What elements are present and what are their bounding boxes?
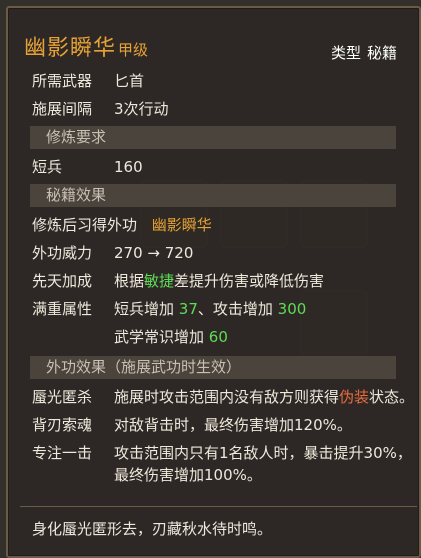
- req-value: 160: [114, 158, 143, 176]
- full-line1-a: 短兵增加: [114, 300, 179, 318]
- full-label: 满重属性: [32, 300, 93, 318]
- external-item-2: 背刃索魂 对敌背击时，最终伤害增加120%。: [32, 414, 352, 435]
- skill-grade: 甲级: [118, 41, 149, 59]
- learn-label: 修炼后习得外功: [32, 216, 138, 234]
- effect-innate: 先天加成 根据敏捷差提升伤害或降低伤害: [32, 270, 324, 291]
- stat-value: 3次行动: [114, 100, 169, 118]
- type-value: 秘籍: [366, 44, 397, 62]
- full-line2-a: 武学常识增加: [114, 328, 209, 346]
- effect-learn: 修炼后习得外功 幽影瞬华: [32, 214, 212, 235]
- full-line2-b: 60: [208, 328, 228, 346]
- external-label: 蜃光匿杀: [32, 388, 93, 406]
- power-label: 外功威力: [32, 244, 93, 262]
- innate-label: 先天加成: [32, 272, 93, 290]
- skill-tooltip: 幽影瞬华 甲级 类型 秘籍 所需武器 匕首 施展间隔 3次行动 修炼要求 短兵 160 秘…: [6, 6, 421, 558]
- stat-label: 所需武器: [32, 72, 93, 90]
- external-label: 背刃索魂: [32, 416, 93, 434]
- req-label: 短兵: [32, 158, 63, 176]
- external-text: 攻击范围内只有1名敌人时，暴击提升30%，: [114, 444, 412, 462]
- external-text: 最终伤害增加100%。: [114, 466, 262, 484]
- effect-power: 外功威力 270 → 720: [32, 242, 193, 263]
- type-label: 类型: [330, 44, 361, 62]
- full-line1-b: 37: [178, 300, 198, 318]
- innate-pre: 根据: [114, 272, 145, 290]
- effect-full-line2: 武学常识增加 60: [114, 326, 228, 347]
- external-text: 对敌背击时，最终伤害增加120%。: [114, 416, 352, 434]
- external-text-pre: 施展时攻击范围内没有敌方则获得: [114, 388, 340, 406]
- innate-post: 差提升伤害或降低伤害: [174, 272, 325, 290]
- power-value: 270 → 720: [114, 244, 194, 262]
- stat-label: 施展间隔: [32, 100, 93, 118]
- title-row: 幽影瞬华 甲级: [24, 30, 149, 61]
- requirement-row: 短兵 160: [32, 156, 143, 177]
- flavor-text: 身化蜃光匿形去，刃藏秋水待时鸣。: [32, 520, 273, 538]
- external-text-post: 状态。: [369, 388, 415, 406]
- stat-value: 匕首: [114, 72, 145, 90]
- external-item-1: 蜃光匿杀 施展时攻击范围内没有敌方则获得伪装状态。: [32, 386, 414, 407]
- section-requirements: 修炼要求: [30, 126, 396, 149]
- learn-value: 幽影瞬华: [151, 216, 212, 234]
- section-external: 外功效果（施展武功时生效）: [30, 356, 396, 379]
- divider: [20, 506, 417, 507]
- external-item-3: 专注一击 攻击范围内只有1名敌人时，暴击提升30%，: [32, 442, 412, 463]
- section-effects: 秘籍效果: [30, 184, 396, 207]
- stat-weapon: 所需武器 匕首: [32, 70, 144, 91]
- effect-full: 满重属性 短兵增加 37、攻击增加 300: [32, 298, 306, 319]
- stat-interval: 施展间隔 3次行动: [32, 98, 169, 119]
- external-text-hl: 伪装: [339, 388, 370, 406]
- full-line1-d: 300: [277, 300, 307, 318]
- skill-name: 幽影瞬华: [24, 36, 117, 61]
- external-item-3-line2: 最终伤害增加100%。: [114, 464, 262, 485]
- innate-attr: 敏捷: [144, 272, 175, 290]
- full-line1-c: 、攻击增加: [197, 300, 278, 318]
- type-info: 类型 秘籍: [331, 42, 397, 63]
- external-label: 专注一击: [32, 444, 93, 462]
